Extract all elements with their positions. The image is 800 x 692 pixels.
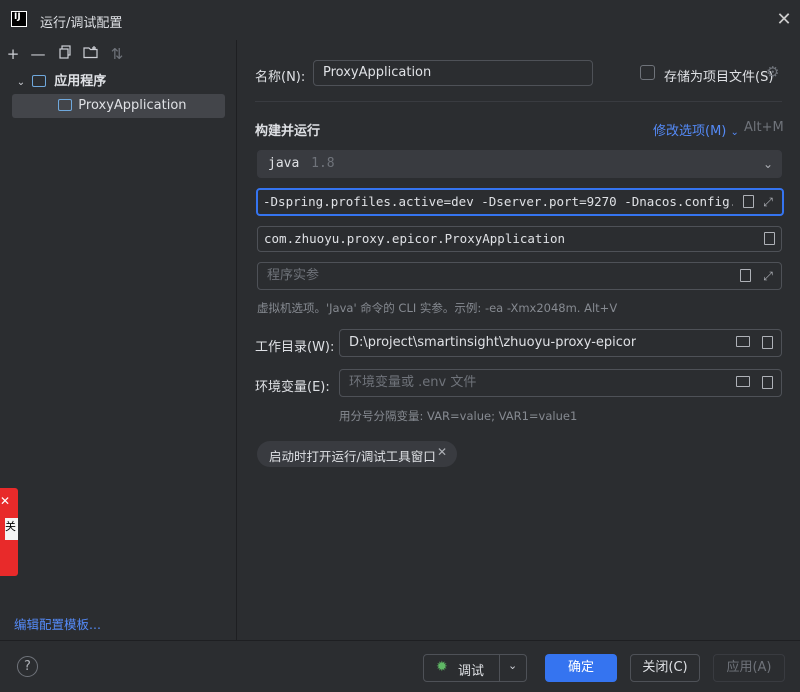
name-value: ProxyApplication [323, 65, 432, 80]
expand-icon[interactable]: ⤢ [761, 269, 775, 283]
build-run-heading: 构建并运行 [255, 124, 321, 139]
application-config-icon [32, 74, 47, 87]
title-bar: IJ 运行/调试配置 ✕ [0, 0, 800, 40]
vm-options-hint: 虚拟机选项。'Java' 命令的 CLI 实参。示例: -ea -Xmx2048… [257, 301, 618, 315]
expand-icon[interactable]: ⤢ [761, 195, 775, 209]
add-icon[interactable]: + [3, 44, 23, 64]
help-button[interactable]: ? [17, 656, 38, 677]
close-icon[interactable]: ✕ [774, 10, 794, 30]
modify-options-link[interactable]: 修改选项(M) ⌄ [653, 120, 739, 139]
chevron-down-icon: ⌄ [762, 157, 774, 171]
application-config-icon [58, 98, 73, 111]
ok-button[interactable]: 确定 [545, 654, 617, 682]
bug-icon: ✹ [436, 659, 448, 675]
error-popup[interactable]: ✕ 关 [0, 488, 18, 576]
vm-options-input[interactable]: -Dspring.profiles.active=dev -Dserver.po… [256, 188, 784, 216]
tree-item-label: ProxyApplication [78, 98, 187, 113]
new-folder-icon[interactable] [81, 44, 101, 64]
config-tree-pane: + — ⇅ ⌄ 应用程序 ProxyApplication 编辑配置模板... [0, 40, 237, 640]
name-label: 名称(N): [255, 70, 306, 85]
copy-icon[interactable] [55, 44, 75, 64]
close-icon[interactable]: ✕ [437, 445, 447, 459]
tree-item-label: 应用程序 [54, 74, 107, 89]
env-hint: 用分号分隔变量: VAR=value; VAR1=value1 [339, 409, 578, 423]
jdk-name: java [268, 156, 300, 171]
document-icon[interactable] [760, 376, 774, 390]
vm-options-value: -Dspring.profiles.active=dev -Dserver.po… [263, 194, 733, 209]
close-icon[interactable]: ✕ [0, 494, 10, 508]
debug-button[interactable]: ✹ 调试 ⌄ [423, 654, 527, 682]
workdir-label: 工作目录(W): [255, 340, 335, 355]
store-as-file-label: 存储为项目文件(S) [664, 70, 774, 85]
chevron-down-icon[interactable]: ⌄ [14, 71, 28, 95]
jdk-select[interactable]: java 1.8 ⌄ [257, 150, 782, 178]
gear-icon[interactable]: ⚙ [766, 63, 779, 81]
divider [255, 101, 782, 102]
intellij-logo-icon: IJ [11, 11, 27, 27]
modify-options-label: 修改选项(M) [653, 124, 727, 139]
env-label: 环境变量(E): [255, 380, 330, 395]
tag-label: 启动时打开运行/调试工具窗口 [269, 449, 436, 464]
modify-options-shortcut: Alt+M [744, 120, 784, 135]
debug-label: 调试 [458, 664, 485, 679]
store-as-file-checkbox[interactable] [640, 65, 655, 80]
edit-templates-link[interactable]: 编辑配置模板... [14, 614, 101, 633]
program-args-input[interactable]: 程序实参 ⤢ [257, 262, 782, 290]
window-title: 运行/调试配置 [40, 16, 123, 31]
workdir-input[interactable]: D:\project\smartinsight\zhuoyu-proxy-epi… [339, 329, 782, 357]
document-icon[interactable] [741, 195, 755, 209]
program-args-placeholder: 程序实参 [267, 268, 320, 283]
folder-icon[interactable] [736, 336, 750, 350]
popup-text: 关 [5, 518, 18, 540]
chevron-down-icon[interactable]: ⌄ [508, 659, 517, 672]
close-button[interactable]: 关闭(C) [630, 654, 700, 682]
document-icon[interactable] [762, 232, 776, 246]
env-placeholder: 环境变量或 .env 文件 [349, 375, 477, 390]
open-tool-window-tag[interactable]: 启动时打开运行/调试工具窗口 ✕ [257, 441, 457, 467]
remove-icon[interactable]: — [28, 44, 48, 64]
sort-icon[interactable]: ⇅ [107, 44, 127, 64]
divider [0, 640, 800, 641]
chevron-down-icon: ⌄ [730, 127, 739, 138]
main-class-value: com.zhuoyu.proxy.epicor.ProxyApplication [264, 231, 566, 246]
main-class-input[interactable]: com.zhuoyu.proxy.epicor.ProxyApplication [257, 226, 782, 252]
divider [499, 655, 500, 681]
workdir-value: D:\project\smartinsight\zhuoyu-proxy-epi… [349, 335, 637, 350]
document-icon[interactable] [760, 336, 774, 350]
env-input[interactable]: 环境变量或 .env 文件 [339, 369, 782, 397]
apply-button[interactable]: 应用(A) [713, 654, 785, 682]
name-input[interactable]: ProxyApplication [313, 60, 593, 86]
tree-item-application[interactable]: ⌄ 应用程序 [0, 70, 237, 94]
document-icon[interactable] [738, 269, 752, 283]
jdk-version: 1.8 [311, 156, 335, 171]
tree-item-proxyapplication[interactable]: ProxyApplication [12, 94, 225, 118]
folder-icon[interactable] [736, 376, 750, 390]
